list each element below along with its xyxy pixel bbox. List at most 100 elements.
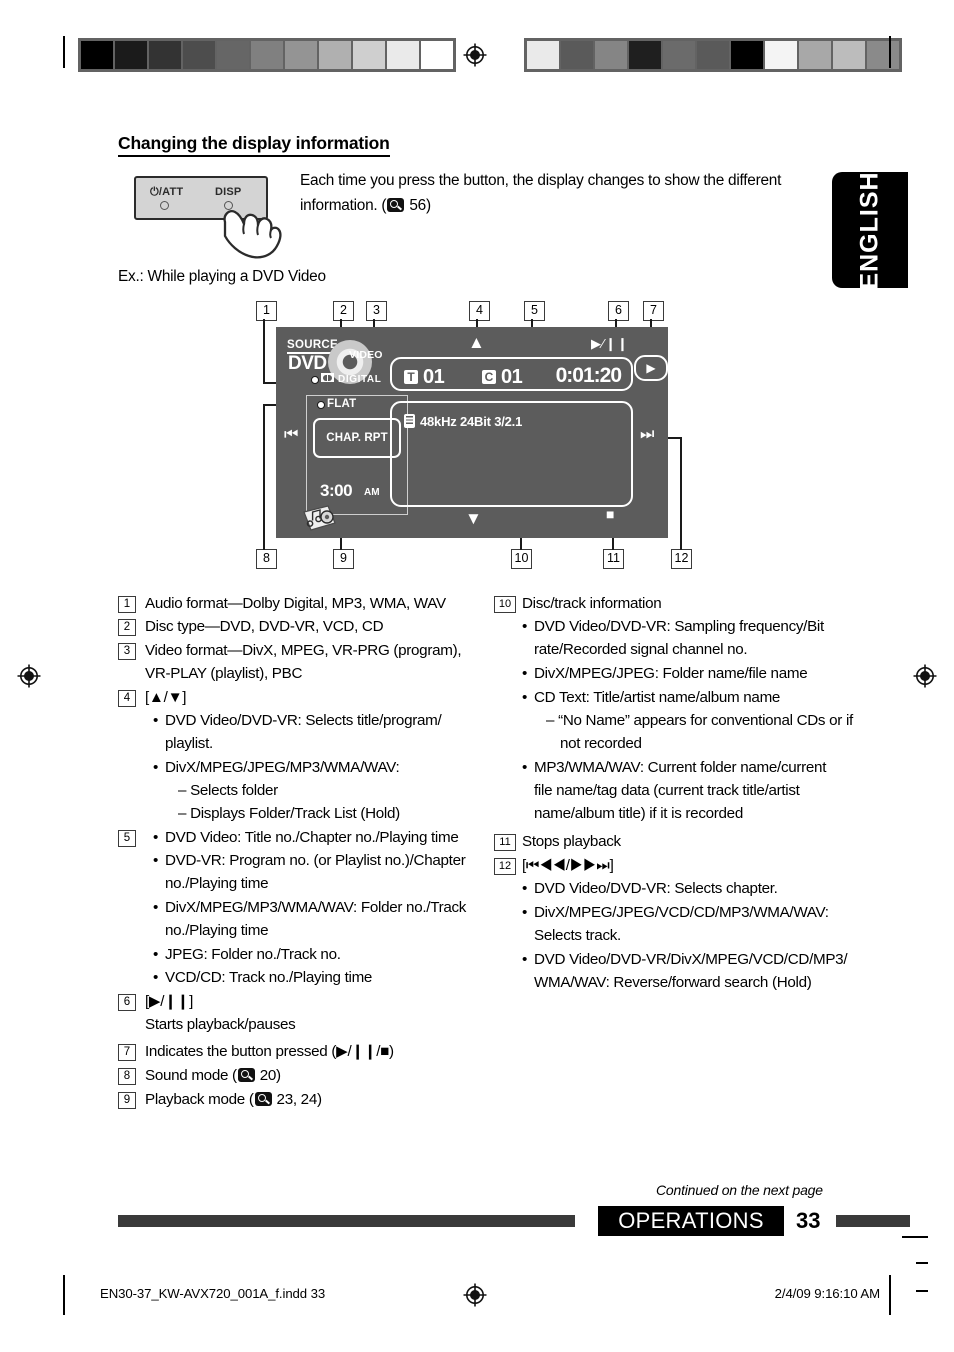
legend-bullet-10-1: • — [522, 618, 528, 635]
legend-bullet-10-3: • — [522, 689, 528, 706]
lcd-chapter-group: C 01 — [482, 366, 523, 389]
legend-num-8: 8 — [118, 1068, 136, 1085]
leader-1 — [263, 319, 265, 383]
legend-num-4: 4 — [118, 690, 136, 707]
pointing-hand-icon — [216, 198, 286, 265]
list-icon — [404, 414, 415, 428]
registration-mark-right — [912, 663, 938, 689]
calibration-swatch-10 — [867, 41, 899, 69]
stop-icon: ■ — [606, 506, 615, 522]
legend-num-10: 10 — [494, 596, 516, 613]
legend-text-10-4c: name/album title) if it is recorded — [534, 805, 743, 822]
lcd-title-group: T 01 — [404, 366, 445, 389]
calibration-swatch-2 — [149, 41, 181, 69]
footer-rule-left — [118, 1215, 575, 1227]
calibration-swatch-1 — [561, 41, 593, 69]
lcd-display: SOURCE DVD VIDEO DIGITAL FLAT CHAP. RPT … — [276, 327, 668, 538]
legend-bullet-12-1: • — [522, 880, 528, 897]
calibration-swatch-4 — [217, 41, 249, 69]
intro-line-2-prefix: information. ( — [300, 196, 387, 214]
lcd-title-no: 01 — [423, 366, 445, 388]
legend-bullet-10-2: • — [522, 665, 528, 682]
legend-bullet-12-2: • — [522, 904, 528, 921]
callout-4: 4 — [469, 301, 490, 321]
calibration-swatch-2 — [595, 41, 627, 69]
legend-num-12: 12 — [494, 858, 516, 875]
legend-dash-10-2: not recorded — [560, 735, 642, 752]
calibration-swatch-7 — [319, 41, 351, 69]
calibration-swatch-3 — [183, 41, 215, 69]
legend-text-12-3b: WMA/WAV: Reverse/forward search (Hold) — [534, 974, 812, 991]
legend-bullet-10-4: • — [522, 759, 528, 776]
calibration-swatch-0 — [81, 41, 113, 69]
legend-bullet-12-3: • — [522, 951, 528, 968]
dolby-logo-icon — [321, 373, 334, 382]
pressed-indicator-badge: ▶ — [634, 355, 668, 381]
lcd-audio-format-label: DIGITAL — [338, 374, 382, 385]
legend-text-9-ref: 23, 24 — [276, 1091, 318, 1108]
calibration-swatch-8 — [799, 41, 831, 69]
magnifier-icon — [387, 197, 405, 212]
callout-8: 8 — [256, 549, 277, 569]
page-number: 33 — [796, 1208, 821, 1233]
legend-text-10-1b: rate/Recorded signal channel no. — [534, 641, 748, 658]
down-arrow-icon: ▼ — [465, 509, 482, 528]
legend-text-9-suffix: ) — [316, 1091, 322, 1108]
lcd-detail-row: 48kHz 24Bit 3/2.1 — [404, 414, 522, 429]
legend-text-6a: [▶/❙❙] — [145, 993, 193, 1010]
legend-text-12-2a: DivX/MPEG/JPEG/VCD/CD/MP3/WMA/WAV: — [534, 904, 829, 921]
leader-8 — [263, 404, 265, 550]
legend-num-1: 1 — [118, 596, 136, 613]
legend-text-10: Disc/track information — [522, 595, 662, 612]
trim-mark-bottom-left — [63, 1275, 65, 1315]
legend-text-2: Disc type—DVD, DVD-VR, VCD, CD — [145, 618, 384, 635]
legend-text-5-2b: no./Playing time — [165, 875, 269, 892]
leader-dot-2 — [317, 401, 325, 409]
legend-bullet-5-5: • — [153, 969, 159, 986]
legend-text-10-4a: MP3/WMA/WAV: Current folder name/current — [534, 759, 827, 776]
intro-page-ref: 56 — [409, 196, 426, 214]
example-label: Ex.: While playing a DVD Video — [118, 268, 326, 285]
chapter-tag-icon: C — [482, 370, 496, 384]
legend-text-12-1: DVD Video/DVD-VR: Selects chapter. — [534, 880, 778, 897]
magnifier-icon-3 — [254, 1092, 272, 1106]
lcd-detail-info: 48kHz 24Bit 3/2.1 — [420, 414, 523, 429]
legend-dash-4-1: – Selects folder — [178, 782, 278, 799]
next-track-icon: ⏭ — [640, 426, 655, 443]
legend-dash-10-1: – “No Name” appears for conventional CDs… — [546, 712, 853, 729]
language-tab: ENGLISH — [832, 171, 908, 289]
callout-6: 6 — [608, 301, 629, 321]
legend-num-3: 3 — [118, 643, 136, 660]
registration-mark-left — [16, 663, 42, 689]
trim-mark-right-b — [916, 1262, 928, 1264]
calibration-swatch-10 — [421, 41, 453, 69]
legend-text-5-5: VCD/CD: Track no./Playing time — [165, 969, 373, 986]
lcd-track-time-bar: T 01 C 01 0:01:20 — [390, 357, 633, 391]
callout-12: 12 — [671, 549, 692, 569]
legend-text-4: [▲/▼] — [145, 689, 187, 706]
leader-12 — [680, 437, 682, 550]
calibration-swatch-3 — [629, 41, 661, 69]
legend-text-4-1b: playlist. — [165, 735, 213, 752]
legend-num-9: 9 — [118, 1092, 136, 1109]
callout-1: 1 — [256, 301, 277, 321]
legend-text-8-label: Sound mode ( — [145, 1067, 237, 1084]
calibration-swatch-5 — [251, 41, 283, 69]
intro-line-2-suffix: ) — [425, 196, 431, 214]
legend-text-5-4: JPEG: Folder no./Track no. — [165, 946, 341, 963]
calibration-bar-right — [524, 38, 902, 72]
legend-text-12-2b: Selects track. — [534, 927, 621, 944]
calibration-swatch-8 — [353, 41, 385, 69]
legend-text-5-1: DVD Video: Title no./Chapter no./Playing… — [165, 829, 459, 846]
lcd-playing-time: 0:01:20 — [555, 364, 622, 387]
callout-3: 3 — [366, 301, 387, 321]
legend-num-11: 11 — [494, 834, 516, 851]
intro-line-1: Each time you press the button, the disp… — [300, 172, 782, 189]
legend-num-5: 5 — [118, 830, 136, 847]
page-canvas: ENGLISH Changing the display information… — [0, 0, 954, 1352]
legend-bullet-5-2: • — [153, 852, 159, 869]
up-arrow-icon: ▲ — [468, 333, 485, 352]
imprint-right: 2/4/09 9:16:10 AM — [774, 1286, 880, 1301]
legend-bullet-5-1: • — [153, 829, 159, 846]
calibration-swatch-6 — [285, 41, 317, 69]
